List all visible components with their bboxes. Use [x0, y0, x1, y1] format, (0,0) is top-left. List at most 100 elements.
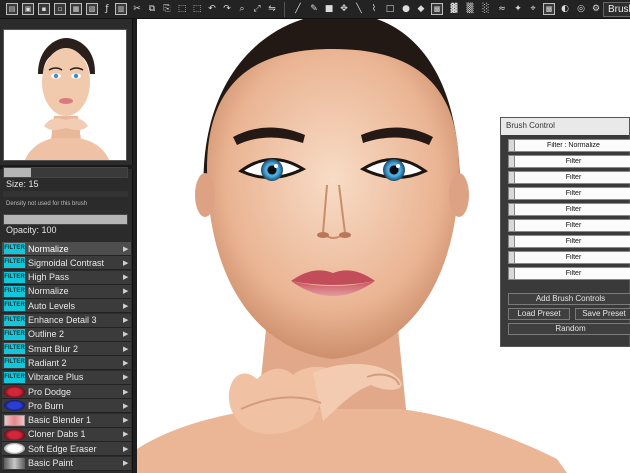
- submenu-arrow-icon[interactable]: ▶: [123, 373, 131, 381]
- submenu-arrow-icon[interactable]: ▶: [123, 388, 131, 396]
- brush-item[interactable]: Pro Burn ▶: [2, 399, 131, 414]
- brush-item[interactable]: FILTER Normalize ▶: [2, 284, 131, 299]
- brush-item[interactable]: FILTER Normalize ▶: [2, 242, 131, 256]
- dialog-title[interactable]: Brush Control: [501, 118, 629, 135]
- size-slider[interactable]: [3, 167, 128, 178]
- submenu-arrow-icon[interactable]: ▶: [123, 430, 131, 438]
- brush-item-label: Enhance Detail 3: [28, 315, 97, 325]
- brush-item[interactable]: FILTER Radiant 2 ▶: [2, 356, 131, 371]
- swatch-icon[interactable]: ▩: [543, 3, 555, 15]
- submenu-arrow-icon[interactable]: ▶: [123, 445, 131, 453]
- copy-icon[interactable]: ⧉: [146, 3, 158, 15]
- lasso-tool-icon[interactable]: ⌇: [368, 3, 380, 15]
- brush-item[interactable]: Basic Blender 1 ▶: [2, 413, 131, 428]
- brush-item[interactable]: FILTER Vibrance Plus ▶: [2, 370, 131, 385]
- submenu-arrow-icon[interactable]: ▶: [123, 345, 131, 353]
- load-preset-button[interactable]: Load Preset: [508, 308, 570, 320]
- target-icon[interactable]: ◎: [575, 3, 587, 15]
- square-tool-icon[interactable]: ■: [323, 3, 335, 15]
- brush-item-label: Smart Blur 2: [28, 343, 79, 354]
- rectangle-tool-icon[interactable]: □: [384, 3, 396, 15]
- preview-thumbnail[interactable]: [3, 29, 127, 161]
- settings-icon[interactable]: ⚙: [590, 3, 602, 15]
- wand-tool-icon[interactable]: ✦: [512, 3, 524, 15]
- submenu-arrow-icon[interactable]: ▶: [123, 245, 131, 253]
- save-file-icon[interactable]: ▪: [38, 3, 50, 15]
- color-picker-icon[interactable]: ◐: [559, 3, 571, 15]
- cut-icon[interactable]: ✂: [131, 3, 143, 15]
- paste-icon[interactable]: ⎘: [161, 3, 173, 15]
- undo-icon[interactable]: ↶: [206, 3, 218, 15]
- filter-slot[interactable]: Filter: [508, 203, 630, 216]
- redo-icon[interactable]: ↷: [221, 3, 233, 15]
- submenu-arrow-icon[interactable]: ▶: [123, 330, 131, 338]
- brush-item[interactable]: Soft Edge Eraser ▶: [2, 442, 131, 457]
- brush-item[interactable]: FILTER High Pass ▶: [2, 270, 131, 285]
- submenu-arrow-icon[interactable]: ▶: [123, 459, 131, 467]
- pattern-tool-icon[interactable]: ▩: [431, 3, 443, 15]
- fit-icon[interactable]: ⤢: [251, 3, 263, 15]
- line-tool-icon[interactable]: ╲: [353, 3, 365, 15]
- zoom-icon[interactable]: ⌕: [236, 3, 248, 15]
- brush-item[interactable]: Basic Paint ▶: [2, 456, 131, 471]
- flip-icon[interactable]: ⇋: [266, 3, 278, 15]
- submenu-arrow-icon[interactable]: ▶: [123, 273, 131, 281]
- move-tool-icon[interactable]: ✥: [338, 3, 350, 15]
- filter-slot[interactable]: Filter: [508, 267, 630, 280]
- random-button[interactable]: Random: [508, 323, 630, 335]
- submenu-arrow-icon[interactable]: ▶: [123, 402, 131, 410]
- brush-item-label: Soft Edge Eraser: [28, 443, 97, 454]
- brush-item-label: Cloner Dabs 1: [28, 429, 86, 440]
- brush-script-icon[interactable]: ƒ: [101, 3, 113, 15]
- filter-slot-label: Filter: [565, 238, 582, 245]
- brush-item[interactable]: FILTER Enhance Detail 3 ▶: [2, 313, 131, 328]
- brush-item-label: Normalize: [28, 243, 69, 254]
- brush-item-label: Basic Blender 1: [28, 415, 92, 426]
- save-preset-button[interactable]: Save Preset: [575, 308, 630, 320]
- layers-icon[interactable]: ▥: [115, 3, 127, 15]
- filter-slot[interactable]: Filter: [508, 235, 630, 248]
- brush-item[interactable]: FILTER Smart Blur 2 ▶: [2, 342, 131, 357]
- brush-item[interactable]: FILTER Outline 2 ▶: [2, 327, 131, 342]
- brush-item[interactable]: Pro Dodge ▶: [2, 385, 131, 399]
- smudge-tool-icon[interactable]: ≈: [496, 3, 508, 15]
- filter-badge-icon: FILTER: [4, 314, 25, 326]
- opacity-slider[interactable]: [3, 214, 128, 225]
- submenu-arrow-icon[interactable]: ▶: [123, 287, 131, 295]
- filter-slot[interactable]: Filter: [508, 251, 630, 264]
- hatch-tool-icon[interactable]: ░: [480, 3, 492, 15]
- brush-item[interactable]: FILTER Sigmoidal Contrast ▶: [2, 256, 131, 271]
- export-icon[interactable]: ▦: [70, 3, 82, 15]
- filter-slot-label: Filter : Normalize: [547, 142, 600, 149]
- filter-slot[interactable]: Filter: [508, 155, 630, 168]
- submenu-arrow-icon[interactable]: ▶: [123, 259, 131, 267]
- texture-tool-icon[interactable]: ▒: [464, 3, 476, 15]
- filter-slot[interactable]: Filter: [508, 187, 630, 200]
- brush-tool-icon[interactable]: ╱: [292, 3, 304, 15]
- fill-tool-icon[interactable]: ◆: [415, 3, 427, 15]
- new-file-icon[interactable]: ▤: [6, 3, 18, 15]
- add-brush-controls-button[interactable]: Add Brush Controls: [508, 293, 630, 305]
- brush-item[interactable]: Cloner Dabs 1 ▶: [2, 427, 131, 442]
- submenu-arrow-icon[interactable]: ▶: [123, 416, 131, 424]
- ellipse-tool-icon[interactable]: ●: [400, 3, 412, 15]
- pen-tool-icon[interactable]: ✎: [308, 3, 320, 15]
- brush-stroke-icon: [4, 428, 25, 440]
- select-all-icon[interactable]: ⬚: [176, 3, 188, 15]
- import-icon[interactable]: ▧: [86, 3, 98, 15]
- filter-slot[interactable]: Filter : Normalize: [508, 139, 630, 152]
- filter-badge-icon: FILTER: [4, 328, 25, 340]
- filter-slot[interactable]: Filter: [508, 219, 630, 232]
- brush-menu-tab[interactable]: Brush: [603, 2, 630, 17]
- submenu-arrow-icon[interactable]: ▶: [123, 316, 131, 324]
- brush-item[interactable]: FILTER Auto Levels ▶: [2, 299, 131, 314]
- gradient-tool-icon[interactable]: ▓: [448, 3, 460, 15]
- submenu-arrow-icon[interactable]: ▶: [123, 359, 131, 367]
- submenu-arrow-icon[interactable]: ▶: [123, 302, 131, 310]
- brush-item-label: Pro Burn: [28, 400, 64, 411]
- open-file-icon[interactable]: ▣: [22, 3, 34, 15]
- deselect-icon[interactable]: ⬚: [191, 3, 203, 15]
- save-as-icon[interactable]: ▫: [54, 3, 66, 15]
- filter-slot[interactable]: Filter: [508, 171, 630, 184]
- eyedropper-tool-icon[interactable]: ⌖: [527, 3, 539, 15]
